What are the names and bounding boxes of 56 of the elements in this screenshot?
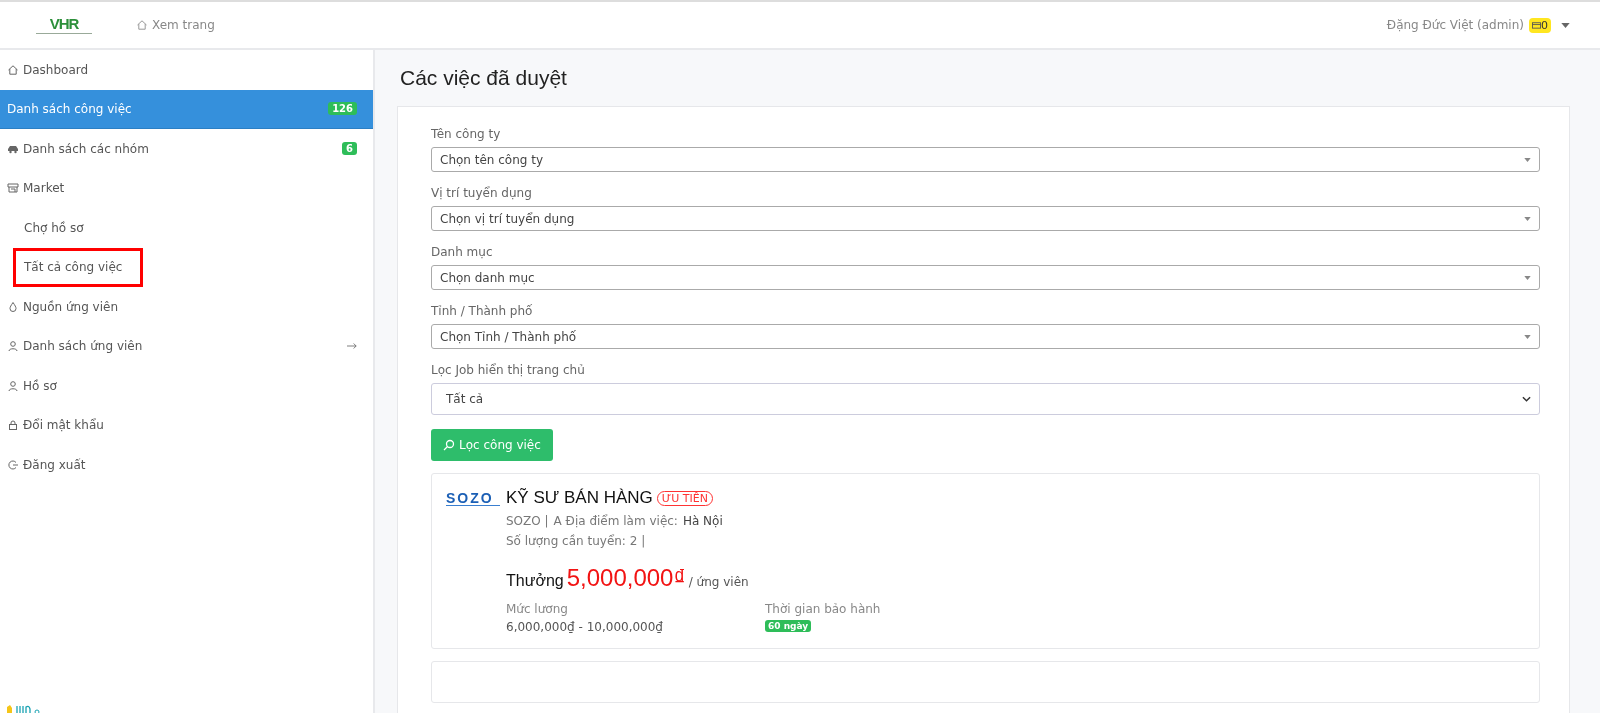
location-label: A Địa điểm làm việc: xyxy=(553,514,678,528)
field-label: Vị trí tuyển dụng xyxy=(431,186,533,200)
select-field[interactable]: Chọn vị trí tuyển dụng xyxy=(431,206,1540,231)
company-logo[interactable]: SOZO xyxy=(446,491,501,634)
company-name: SOZO | xyxy=(506,514,549,528)
sidebar-item[interactable]: Market xyxy=(0,168,373,208)
sidebar-subitem[interactable]: Tất cả công việc xyxy=(13,247,143,287)
caret-icon xyxy=(1524,157,1531,162)
field-label: Tỉnh / Thành phố xyxy=(431,304,534,318)
user-icon xyxy=(7,379,19,392)
wallet-badge[interactable]: 0 xyxy=(1529,17,1551,33)
caret-icon[interactable] xyxy=(1561,22,1570,28)
bonus-label: Thưởng xyxy=(506,572,564,590)
sidebar-item[interactable]: Hồ sơ xyxy=(0,366,373,406)
chevron-down-icon xyxy=(1522,396,1531,402)
select-field[interactable]: Chọn tên công ty xyxy=(431,147,1540,172)
count-badge: 126 xyxy=(328,102,357,116)
quantity-text: Số lượng cần tuyển: 2 | xyxy=(506,534,646,548)
caret-icon xyxy=(1524,275,1531,280)
salary-value: 6,000,000₫ - 10,000,000₫ xyxy=(506,620,664,634)
shop-icon xyxy=(7,182,19,195)
sidebar-item[interactable]: Đăng xuất xyxy=(0,445,373,485)
user-name[interactable]: Đặng Đức Việt (admin) xyxy=(1386,18,1524,32)
job-title-link[interactable]: KỸ SƯ BÁN HÀNG xyxy=(506,488,653,508)
page-title: Các việc đã duyệt xyxy=(400,66,568,90)
count-badge: 6 xyxy=(342,142,357,156)
home-icon xyxy=(136,19,148,31)
warranty-label: Thời gian bảo hành xyxy=(765,602,882,616)
sidebar-item[interactable]: Nguồn ứng viên xyxy=(0,287,373,327)
user-icon xyxy=(7,340,19,353)
select-field[interactable]: Tất cả xyxy=(431,383,1540,415)
sidebar-subitem[interactable]: Chợ hồ sơ xyxy=(0,208,373,248)
sidebar-item[interactable]: Danh sách ứng viên xyxy=(0,326,373,366)
logout-icon xyxy=(7,458,19,471)
sidebar-item[interactable]: Danh sách các nhóm 6 xyxy=(0,129,373,169)
lock-icon xyxy=(7,419,19,432)
company-logo[interactable]: VHR xyxy=(36,14,92,36)
bonus-unit: / ứng viên xyxy=(688,575,749,589)
search-icon xyxy=(443,439,455,451)
caret-icon xyxy=(1524,334,1531,339)
wallet-icon xyxy=(1532,21,1541,29)
home-icon xyxy=(7,63,19,76)
drop-icon xyxy=(7,300,19,313)
view-site-link[interactable]: Xem trang xyxy=(136,18,215,32)
field-label: Lọc Job hiển thị trang chủ xyxy=(431,363,586,377)
select-field[interactable]: Chọn Tỉnh / Thành phố xyxy=(431,324,1540,349)
bonus-amount: 5,000,000₫ xyxy=(566,564,686,592)
salary-label: Mức lương xyxy=(506,602,569,616)
sidebar-item[interactable]: Đổi mật khẩu xyxy=(0,405,373,445)
sidebar-item[interactable]: Dashboard xyxy=(0,50,373,90)
warranty-badge: 60 ngày xyxy=(765,620,812,632)
select-field[interactable]: Chọn danh mục xyxy=(431,265,1540,290)
field-label: Danh mục xyxy=(431,245,494,259)
caret-icon xyxy=(1524,216,1531,221)
location-value: Hà Nội xyxy=(682,514,723,528)
field-label: Tên công ty xyxy=(431,127,502,141)
